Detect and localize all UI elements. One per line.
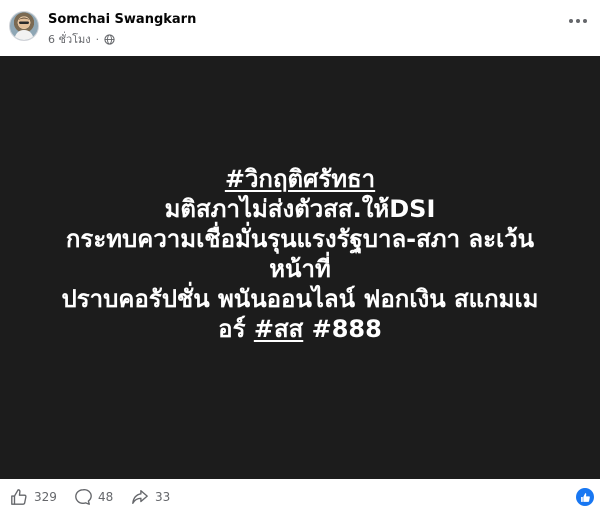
post-time[interactable]: 6 ชั่วโมง xyxy=(48,30,91,48)
comment-count: 48 xyxy=(98,490,114,504)
author-name[interactable]: Somchai Swangkarn xyxy=(48,12,196,27)
share-icon xyxy=(132,490,148,504)
thumbs-up-icon xyxy=(11,489,27,505)
post-meta: 6 ชั่วโมง · xyxy=(48,30,115,48)
comment-icon xyxy=(75,489,92,505)
poster-line-1: #วิกฤติศรัทธา xyxy=(20,164,580,194)
post-footer: 329 48 33 xyxy=(0,479,600,515)
poster-text: #วิกฤติศรัทธา มติสภาไม่ส่งตัวสส.ให้DSI ก… xyxy=(20,164,580,344)
poster-line-4: หน้าที่ xyxy=(269,255,331,283)
hashtag-text: #888 xyxy=(303,315,382,343)
share-count: 33 xyxy=(155,490,171,504)
author-avatar[interactable] xyxy=(9,11,39,41)
poster-line-3: กระทบความเชื่อมั่นรุนแรงรัฐบาล-สภา ละเว้… xyxy=(65,225,535,253)
globe-icon xyxy=(104,33,115,45)
like-count: 329 xyxy=(34,490,57,504)
like-reaction-icon[interactable] xyxy=(576,488,594,506)
poster-line-5: ปราบคอรัปชั่น พนันออนไลน์ ฟอกเงิน สแกมเม xyxy=(61,285,539,313)
comment-button[interactable]: 48 xyxy=(74,488,113,506)
post-header: Somchai Swangkarn 6 ชั่วโมง · xyxy=(0,0,600,56)
post-card: Somchai Swangkarn 6 ชั่วโมง · #วิกฤติศรั… xyxy=(0,0,600,515)
hashtag-link[interactable]: #สส xyxy=(254,315,303,343)
poster-line-2: มติสภาไม่ส่งตัวสส.ให้DSI xyxy=(164,195,436,223)
share-button[interactable]: 33 xyxy=(131,488,170,506)
more-options-icon[interactable] xyxy=(568,16,588,26)
like-button[interactable]: 329 xyxy=(10,488,57,506)
poster-line-6: อร์ #สส #888 xyxy=(20,314,580,344)
poster-line-6-prefix: อร์ xyxy=(218,315,254,343)
hashtag-link[interactable]: #วิกฤติศรัทธา xyxy=(225,165,375,193)
post-image: #วิกฤติศรัทธา มติสภาไม่ส่งตัวสส.ให้DSI ก… xyxy=(0,56,600,479)
